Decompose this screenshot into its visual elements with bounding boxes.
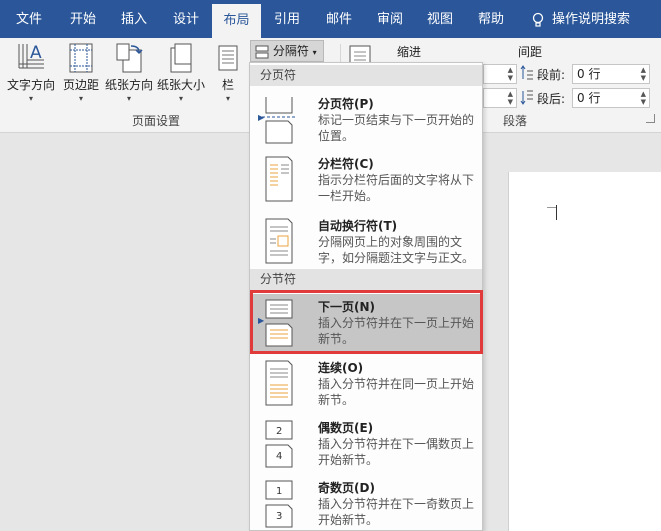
spinner-arrows-icon: ▲ ▼ (507, 90, 513, 106)
spacing-before-value: 0 行 (577, 67, 601, 81)
text-wrapping-break-description: 分隔网页上的对象周围的文字，如分隔题注文字与正文。 (318, 235, 475, 265)
tab-references[interactable]: 引用 (262, 0, 312, 38)
spacing-before-input[interactable]: 0 行 ▲ ▼ (572, 64, 650, 84)
columns-label: 栏 (221, 78, 234, 92)
text-cursor (556, 205, 557, 220)
chevron-down-icon: ▾ (28, 94, 33, 103)
text-wrapping-break-icon (265, 218, 293, 264)
menu-item-column-break[interactable]: 分栏符(C) 指示分栏符后面的文字将从下一栏开始。 (250, 151, 482, 209)
text-direction-icon: A (18, 43, 44, 69)
tab-mailings[interactable]: 邮件 (314, 0, 364, 38)
orientation-button[interactable]: 纸张方向 ▾ (104, 42, 154, 103)
svg-text:4: 4 (276, 451, 282, 462)
paragraph-group-label: 段落 (503, 114, 528, 128)
columns-button[interactable]: 栏 ▾ (214, 42, 242, 103)
document-page[interactable] (508, 172, 661, 531)
orientation-label: 纸张方向 (104, 78, 153, 92)
spacing-after-icon (520, 90, 533, 105)
chevron-down-icon: ▾ (126, 94, 131, 103)
text-direction-label: 文字方向 (6, 78, 55, 92)
spacing-label: 间距 (518, 45, 543, 59)
menu-item-odd-page[interactable]: 1 3 奇数页(D) 插入分节符并在下一奇数页上开始新节。 (250, 475, 482, 530)
columns-icon (218, 45, 238, 71)
column-break-title: 分栏符(C) (318, 157, 374, 171)
spinner-arrows-icon: ▲ ▼ (640, 66, 646, 82)
tab-view[interactable]: 视图 (415, 0, 465, 38)
page-break-title: 分页符(P) (318, 97, 374, 111)
page-size-icon (170, 43, 192, 73)
spacing-before-label: 段前: (537, 68, 566, 82)
margin-corner-mark (547, 207, 556, 208)
column-break-description: 指示分栏符后面的文字将从下一栏开始。 (318, 173, 475, 203)
svg-text:1: 1 (276, 486, 282, 497)
chevron-down-icon: ▾ (178, 94, 183, 103)
page-breaks-header: 分页符 (250, 65, 482, 86)
tab-home[interactable]: 开始 (58, 0, 108, 38)
spinner-arrows-icon: ▲ ▼ (640, 90, 646, 106)
highlight-box (250, 290, 483, 354)
menu-item-continuous[interactable]: 连续(O) 插入分节符并在同一页上开始新节。 (250, 355, 482, 413)
breaks-label: 分隔符 (272, 44, 309, 58)
menu-item-even-page[interactable]: 2 4 偶数页(E) 插入分节符并在下一偶数页上开始新节。 (250, 415, 482, 473)
tab-insert[interactable]: 插入 (109, 0, 159, 38)
chevron-down-icon: ▾ (78, 94, 83, 103)
orientation-icon (116, 43, 143, 73)
tab-file[interactable]: 文件 (4, 0, 54, 38)
even-page-description: 插入分节符并在下一偶数页上开始新节。 (318, 437, 475, 467)
chevron-down-icon: ▾ (225, 94, 230, 103)
spacing-after-label: 段后: (537, 92, 566, 106)
continuous-break-icon (265, 360, 293, 406)
odd-page-title: 奇数页(D) (318, 481, 375, 495)
even-page-break-icon: 2 4 (265, 420, 293, 468)
column-break-icon (265, 156, 293, 202)
indent-label: 缩进 (397, 45, 422, 59)
spacing-after-value: 0 行 (577, 91, 601, 105)
spacing-before-icon (520, 65, 533, 80)
paragraph-dialog-launcher-icon[interactable] (646, 114, 655, 123)
breaks-button[interactable]: 分隔符 ▾ (250, 40, 324, 62)
tab-design[interactable]: 设计 (161, 0, 211, 38)
chevron-down-icon: ▾ (312, 48, 317, 57)
tell-me-search[interactable]: 操作说明搜索 (552, 0, 658, 38)
menu-item-page-break[interactable]: ▶ 分页符(P) 标记一页结束与下一页开始的位置。 (250, 91, 482, 149)
margins-label: 页边距 (62, 78, 99, 92)
page-break-description: 标记一页结束与下一页开始的位置。 (318, 113, 475, 143)
lightbulb-icon (532, 12, 544, 27)
tab-review[interactable]: 审阅 (365, 0, 415, 38)
svg-text:2: 2 (276, 426, 282, 437)
text-wrapping-break-title: 自动换行符(T) (318, 219, 398, 233)
margins-button[interactable]: 页边距 ▾ (60, 42, 102, 103)
continuous-description: 插入分节符并在同一页上开始新节。 (318, 377, 475, 407)
svg-text:3: 3 (276, 511, 282, 522)
tab-help[interactable]: 帮助 (466, 0, 516, 38)
continuous-title: 连续(O) (318, 361, 364, 375)
ribbon-tab-bar: 文件 开始 插入 设计 布局 引用 邮件 审阅 视图 帮助 操作说明搜索 (0, 0, 661, 38)
margins-icon (69, 43, 93, 73)
page-setup-group-label: 页面设置 (132, 114, 181, 128)
spinner-arrows-icon: ▲ ▼ (507, 66, 513, 82)
spacing-after-input[interactable]: 0 行 ▲ ▼ (572, 88, 650, 108)
text-direction-button[interactable]: A 文字方向 ▾ (6, 42, 56, 103)
size-label: 纸张大小 (156, 78, 205, 92)
tab-layout[interactable]: 布局 (212, 4, 261, 38)
menu-item-text-wrapping-break[interactable]: 自动换行符(T) 分隔网页上的对象周围的文字，如分隔题注文字与正文。 (250, 213, 482, 271)
size-button[interactable]: 纸张大小 ▾ (156, 42, 206, 103)
odd-page-break-icon: 1 3 (265, 480, 293, 528)
indent-left-input[interactable]: ▲ ▼ (483, 64, 517, 84)
section-breaks-header: 分节符 (250, 269, 482, 290)
breaks-icon (255, 45, 269, 58)
even-page-title: 偶数页(E) (318, 421, 374, 435)
odd-page-description: 插入分节符并在下一奇数页上开始新节。 (318, 497, 475, 527)
page-break-icon (262, 97, 296, 144)
indent-right-input[interactable]: ▲ ▼ (483, 88, 517, 108)
